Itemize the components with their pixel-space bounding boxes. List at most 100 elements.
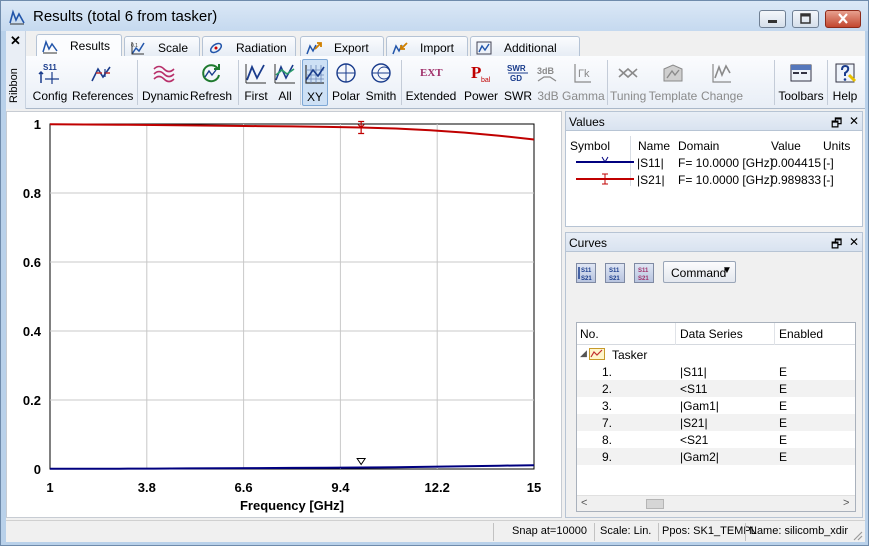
first-label: First (244, 89, 268, 103)
close-button[interactable] (825, 10, 861, 28)
ribbon-separator (774, 60, 775, 105)
s11-symbol-icon (576, 156, 634, 163)
tasker-group-row[interactable]: ◢ Tasker (577, 345, 855, 363)
change-label: Change (700, 89, 744, 103)
title-bar[interactable]: Results (total 6 from tasker) (1, 1, 868, 31)
curve-series: <S11 (680, 382, 708, 396)
refresh-icon (202, 64, 220, 83)
curve-enabled: E (779, 433, 788, 447)
col-divider (774, 323, 775, 345)
all-button[interactable]: All (271, 59, 299, 106)
ribbon-separator (238, 60, 239, 105)
xy-chart[interactable]: 1 3.8 6.6 9.4 12.2 15 0 0.2 0.4 0.6 0.8 1 Frequency … (7, 112, 561, 517)
curve-select-icon[interactable]: S11 S21 (576, 263, 596, 283)
dynamic-button[interactable]: Dynamic (142, 59, 189, 106)
resize-grip-icon[interactable] (851, 529, 863, 541)
swr-button[interactable]: SWR GD SWR (503, 59, 533, 106)
tab-label: Export (334, 41, 369, 55)
results-graph-icon (9, 9, 25, 25)
curve-no: 9. (602, 450, 613, 464)
refresh-button[interactable]: Refresh (188, 59, 234, 106)
horizontal-scrollbar[interactable]: < > (577, 495, 855, 511)
tab-additional[interactable]: Additional (470, 36, 580, 58)
results-plot[interactable]: 1 3.8 6.6 9.4 12.2 15 0 0.2 0.4 0.6 0.8 1 Frequency … (6, 111, 562, 518)
toolbars-button[interactable]: Toolbars (778, 59, 824, 106)
s21-symbol-icon (576, 173, 634, 185)
tuning-button[interactable]: Tuning (610, 59, 646, 106)
extended-button[interactable]: EXT Extended (405, 59, 457, 106)
curve-row[interactable]: 9. |Gam2| E (577, 448, 855, 465)
svg-text:bal: bal (481, 77, 491, 84)
curve-row[interactable]: 7. |S21| E (577, 414, 855, 431)
curve-remove-icon[interactable]: S11 S21 (634, 263, 654, 283)
extended-icon: EXT (420, 67, 443, 79)
help-button[interactable]: Help (830, 59, 860, 106)
curves-table-header: No. Data Series Enabled (577, 323, 855, 345)
col-enabled[interactable]: Enabled (779, 327, 823, 341)
tab-results[interactable]: Results (36, 34, 122, 58)
xy-button[interactable]: XY (302, 59, 328, 106)
restore-panel-icon[interactable]: 🗗 (831, 114, 842, 135)
curve-series: |Gam2| (680, 450, 719, 464)
command-label: Command (671, 266, 727, 280)
curve-row[interactable]: 2. <S11 E (577, 380, 855, 397)
values-col-value: Value (771, 139, 801, 153)
curve-row[interactable]: 1. |S11| E (577, 363, 855, 380)
col-data-series[interactable]: Data Series (680, 327, 743, 341)
tab-radiation[interactable]: Radiation (202, 36, 296, 58)
polar-button[interactable]: Polar (330, 59, 362, 106)
x-tick-label: 3.8 (138, 480, 156, 495)
smith-button[interactable]: Smith (364, 59, 398, 106)
ribbon-close-icon[interactable]: ✕ (10, 33, 21, 49)
3db-button[interactable]: 3dB 3dB (534, 59, 562, 106)
tab-scale[interactable]: 0.1 Scale (124, 36, 200, 58)
close-panel-icon[interactable]: ✕ (849, 114, 859, 128)
x-tick-label: 12.2 (425, 480, 450, 495)
tab-import[interactable]: Import (386, 36, 468, 58)
template-button[interactable]: Template (648, 59, 698, 106)
additional-tab-icon (476, 41, 492, 55)
scroll-left-icon[interactable]: < (581, 497, 587, 509)
scroll-right-icon[interactable]: > (843, 497, 849, 509)
gamma-button[interactable]: Γk Gamma (562, 59, 605, 106)
values-col-name: Name (638, 139, 671, 153)
close-panel-icon[interactable]: ✕ (849, 235, 859, 249)
import-tab-icon (392, 42, 408, 55)
tree-expander-icon[interactable]: ◢ (580, 348, 587, 359)
power-button[interactable]: Pbal Power (461, 59, 501, 106)
power-label: Power (463, 89, 498, 103)
col-no[interactable]: No. (580, 327, 599, 341)
ribbon-separator (401, 60, 402, 105)
scroll-thumb[interactable] (646, 499, 664, 509)
values-panel: Values 🗗 ✕ Symbol Name Domain Value Unit… (565, 111, 863, 227)
polar-label: Polar (331, 89, 360, 103)
curve-row[interactable]: 3. |Gam1| E (577, 397, 855, 414)
tab-export[interactable]: Export (300, 36, 384, 58)
y-tick-label: 0.2 (23, 393, 41, 408)
curve-series: |S11| (680, 365, 707, 379)
swr-label: SWR (504, 89, 532, 103)
references-button[interactable]: References (72, 59, 133, 106)
curves-table[interactable]: No. Data Series Enabled ◢ Tasker 1. |S11… (576, 322, 856, 512)
svg-text:Γk: Γk (578, 68, 590, 80)
tab-label: Results (70, 39, 111, 53)
config-button[interactable]: S11 Config (32, 59, 68, 106)
change-button[interactable]: Change (700, 59, 744, 106)
template-label: Template (648, 89, 698, 103)
chevron-down-icon: ▼ (722, 265, 732, 276)
change-icon (712, 64, 731, 83)
curves-toolbar: S11 S21 S11 S21 S11 S21 Command ▼ (566, 253, 862, 293)
curve-copy-icon[interactable]: S11 S21 (605, 263, 625, 283)
curve-row[interactable]: 8. <S21 E (577, 431, 855, 448)
maximize-button[interactable] (792, 10, 819, 28)
curve-no: 3. (602, 399, 613, 413)
y-tick-label: 1 (34, 117, 41, 132)
col-divider (675, 323, 676, 345)
values-panel-header: Values 🗗 ✕ (566, 112, 862, 131)
x-tick-label: 9.4 (331, 480, 350, 495)
tuning-icon (618, 67, 638, 79)
scale-tab-icon: 0.1 (131, 42, 145, 55)
first-button[interactable]: First (241, 59, 271, 106)
minimize-button[interactable] (759, 10, 786, 28)
command-dropdown[interactable]: Command ▼ (663, 261, 736, 283)
